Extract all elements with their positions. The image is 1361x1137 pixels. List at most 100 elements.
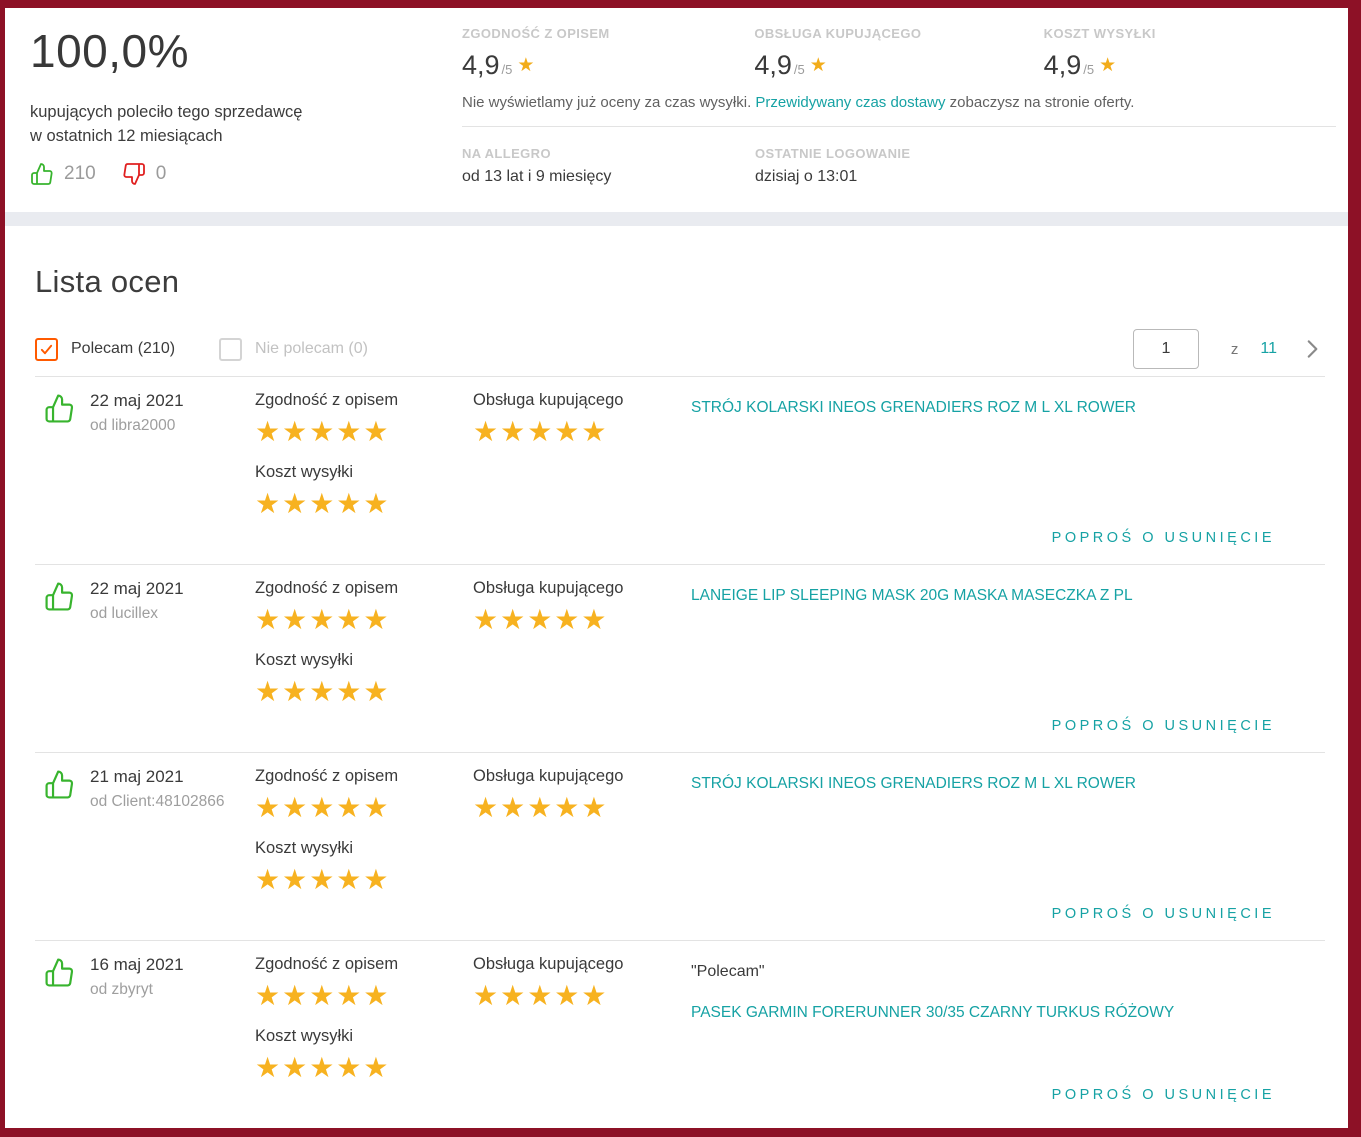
review-meta: 21 maj 2021 od Client:48102866	[90, 767, 255, 940]
rating-suffix: /5	[1083, 62, 1095, 77]
review-date: 22 maj 2021	[90, 579, 184, 598]
review-row: 22 maj 2021 od libra2000 Zgodność z opis…	[35, 377, 1325, 565]
zgodnosc-label: Zgodność z opisem	[255, 955, 399, 973]
rating-number: 4,9	[754, 50, 792, 80]
request-removal-link[interactable]: POPROŚ O USUNIĘCIE	[1052, 530, 1275, 546]
koszt-stars: ★★★★★	[255, 1052, 391, 1083]
koszt-label: Koszt wysyłki	[255, 463, 354, 481]
zgodnosc-label: Zgodność z opisem	[255, 579, 399, 597]
star-icon: ★	[809, 55, 827, 76]
filter-not-recommend-label: Nie polecam (0)	[255, 340, 368, 357]
review-ratings-col2: Obsługa kupującego ★★★★★	[473, 955, 691, 1121]
note-text-after: zobaczysz na stronie oferty.	[945, 94, 1135, 111]
review-author: od libra2000	[90, 417, 176, 434]
rating-label: ZGODNOŚĆ Z OPISEM	[462, 26, 610, 41]
filter-row: Polecam (210) Nie polecam (0) z 11	[35, 328, 1325, 370]
pagination: z 11	[1132, 328, 1325, 370]
review-meta: 22 maj 2021 od lucillex	[90, 579, 255, 752]
ratings-row: ZGODNOŚĆ Z OPISEM 4,9 /5 ★ OBSŁUGA KUPUJ…	[462, 26, 1336, 81]
seller-ratings-panel: ZGODNOŚĆ Z OPISEM 4,9 /5 ★ OBSŁUGA KUPUJ…	[462, 26, 1336, 186]
page-title: Lista ocen	[35, 264, 180, 299]
koszt-stars: ★★★★★	[255, 488, 391, 519]
section-separator-band	[5, 212, 1348, 226]
product-link[interactable]: LANEIGE LIP SLEEPING MASK 20G MASKA MASE…	[691, 587, 1133, 605]
page-frame: 100,0% kupujących poleciło tego sprzedaw…	[0, 0, 1361, 1137]
shipping-note: Nie wyświetlamy już oceny za czas wysyłk…	[462, 94, 1336, 111]
star-icon: ★	[517, 55, 535, 76]
review-ratings-col2: Obsługa kupującego ★★★★★	[473, 767, 691, 940]
rating-value: 4,9 /5 ★	[754, 50, 1043, 81]
filter-recommend[interactable]: Polecam (210)	[35, 337, 175, 361]
koszt-label: Koszt wysyłki	[255, 839, 354, 857]
pagination-total[interactable]: 11	[1260, 340, 1277, 358]
product-link[interactable]: STRÓJ KOLARSKI INEOS GRENADIERS ROZ M L …	[691, 775, 1136, 793]
koszt-stars: ★★★★★	[255, 676, 391, 707]
obsluga-label: Obsługa kupującego	[473, 767, 624, 785]
rating-koszt: KOSZT WYSYŁKI 4,9 /5 ★	[1044, 26, 1336, 81]
zgodnosc-label: Zgodność z opisem	[255, 767, 399, 785]
zgodnosc-label: Zgodność z opisem	[255, 391, 399, 409]
review-ratings-col2: Obsługa kupującego ★★★★★	[473, 579, 691, 752]
koszt-stars: ★★★★★	[255, 864, 391, 895]
thumbs-down-icon	[122, 162, 146, 186]
last-login-info: OSTATNIE LOGOWANIE dzisiaj o 13:01	[755, 146, 1048, 186]
obsluga-stars: ★★★★★	[473, 604, 609, 635]
koszt-label: Koszt wysyłki	[255, 651, 354, 669]
recommend-checkbox[interactable]	[35, 337, 58, 361]
rating-value: 4,9 /5 ★	[462, 50, 754, 81]
recommend-subtitle-line2: w ostatnich 12 miesiącach	[30, 127, 223, 145]
filter-not-recommend[interactable]: Nie polecam (0)	[219, 337, 368, 361]
rating-number: 4,9	[462, 50, 500, 80]
not-recommend-checkbox[interactable]	[219, 337, 243, 361]
thumbs-up-icon	[35, 955, 90, 1121]
last-login-label: OSTATNIE LOGOWANIE	[755, 146, 911, 161]
koszt-label: Koszt wysyłki	[255, 1027, 354, 1045]
obsluga-label: Obsługa kupującego	[473, 579, 624, 597]
page-number-input[interactable]	[1132, 329, 1199, 369]
review-date: 16 maj 2021	[90, 955, 184, 974]
product-link[interactable]: STRÓJ KOLARSKI INEOS GRENADIERS ROZ M L …	[691, 399, 1136, 417]
review-ratings-col1: Zgodność z opisem ★★★★★ Koszt wysyłki ★★…	[255, 955, 473, 1121]
obsluga-stars: ★★★★★	[473, 792, 609, 823]
zgodnosc-stars: ★★★★★	[255, 980, 391, 1011]
request-removal-link[interactable]: POPROŚ O USUNIĘCIE	[1052, 718, 1275, 734]
seller-info-row: NA ALLEGRO od 13 lat i 9 miesięcy OSTATN…	[462, 127, 1336, 186]
recommendation-summary: 100,0% kupujących poleciło tego sprzedaw…	[30, 24, 450, 186]
review-author: od zbyryt	[90, 981, 153, 998]
thumbs-counts: 210 0	[30, 162, 450, 186]
recommend-subtitle-line1: kupujących poleciło tego sprzedawcę	[30, 103, 303, 121]
rating-zgodnosc: ZGODNOŚĆ Z OPISEM 4,9 /5 ★	[462, 26, 754, 81]
review-row: 16 maj 2021 od zbyryt Zgodność z opisem …	[35, 941, 1325, 1121]
rating-label: KOSZT WYSYŁKI	[1043, 26, 1156, 41]
review-date: 22 maj 2021	[90, 391, 184, 410]
review-author: od lucillex	[90, 605, 159, 622]
product-link[interactable]: PASEK GARMIN FORERUNNER 30/35 CZARNY TUR…	[691, 1004, 1174, 1022]
obsluga-label: Obsługa kupującego	[473, 955, 624, 973]
review-meta: 22 maj 2021 od libra2000	[90, 391, 255, 564]
request-removal-link[interactable]: POPROŚ O USUNIĘCIE	[1052, 1087, 1275, 1103]
thumbs-up-icon	[35, 391, 90, 564]
seller-summary-header: 100,0% kupujących poleciło tego sprzedaw…	[5, 8, 1348, 212]
review-ratings-col1: Zgodność z opisem ★★★★★ Koszt wysyłki ★★…	[255, 391, 473, 564]
delivery-time-link[interactable]: Przewidywany czas dostawy	[755, 94, 945, 111]
request-removal-link[interactable]: POPROŚ O USUNIĘCIE	[1052, 906, 1275, 922]
rating-suffix: /5	[501, 62, 513, 77]
rating-value: 4,9 /5 ★	[1044, 50, 1336, 81]
zgodnosc-stars: ★★★★★	[255, 604, 391, 635]
thumbs-up-count: 210	[64, 163, 96, 184]
rating-obsluga: OBSŁUGA KUPUJĄCEGO 4,9 /5 ★	[754, 26, 1043, 81]
recommend-subtitle: kupujących poleciło tego sprzedawcę w os…	[30, 100, 450, 148]
review-ratings-col2: Obsługa kupującego ★★★★★	[473, 391, 691, 564]
rating-suffix: /5	[793, 62, 805, 77]
on-allegro-info: NA ALLEGRO od 13 lat i 9 miesięcy	[462, 146, 755, 186]
review-meta: 16 maj 2021 od zbyryt	[90, 955, 255, 1121]
rating-label: OBSŁUGA KUPUJĄCEGO	[754, 26, 922, 41]
review-author: od Client:48102866	[90, 793, 225, 810]
ratings-list-section: Lista ocen Polecam (210) Nie polecam (0)…	[5, 226, 1348, 1121]
star-icon: ★	[1099, 55, 1117, 76]
thumbs-up-icon	[30, 162, 54, 186]
thumbs-up-icon	[35, 767, 90, 940]
review-row: 22 maj 2021 od lucillex Zgodność z opise…	[35, 565, 1325, 753]
next-page-button[interactable]	[1299, 336, 1325, 362]
rating-number: 4,9	[1043, 50, 1082, 80]
